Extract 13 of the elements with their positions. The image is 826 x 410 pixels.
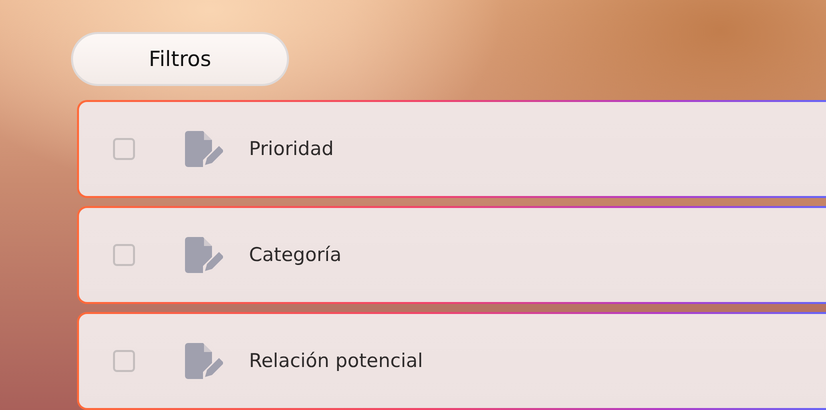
filter-label: Relación potencial: [249, 350, 423, 372]
filter-row[interactable]: Prioridad: [77, 100, 826, 198]
document-edit-icon: [185, 343, 223, 379]
filter-label: Prioridad: [249, 138, 334, 160]
document-edit-icon: [185, 131, 223, 167]
filters-button[interactable]: Filtros: [71, 32, 289, 86]
filter-row[interactable]: Categoría: [77, 206, 826, 304]
document-edit-icon: [185, 237, 223, 273]
checkbox[interactable]: [113, 350, 135, 372]
checkbox[interactable]: [113, 244, 135, 266]
filter-row[interactable]: Relación potencial: [77, 312, 826, 410]
checkbox[interactable]: [113, 138, 135, 160]
filter-label: Categoría: [249, 244, 342, 266]
